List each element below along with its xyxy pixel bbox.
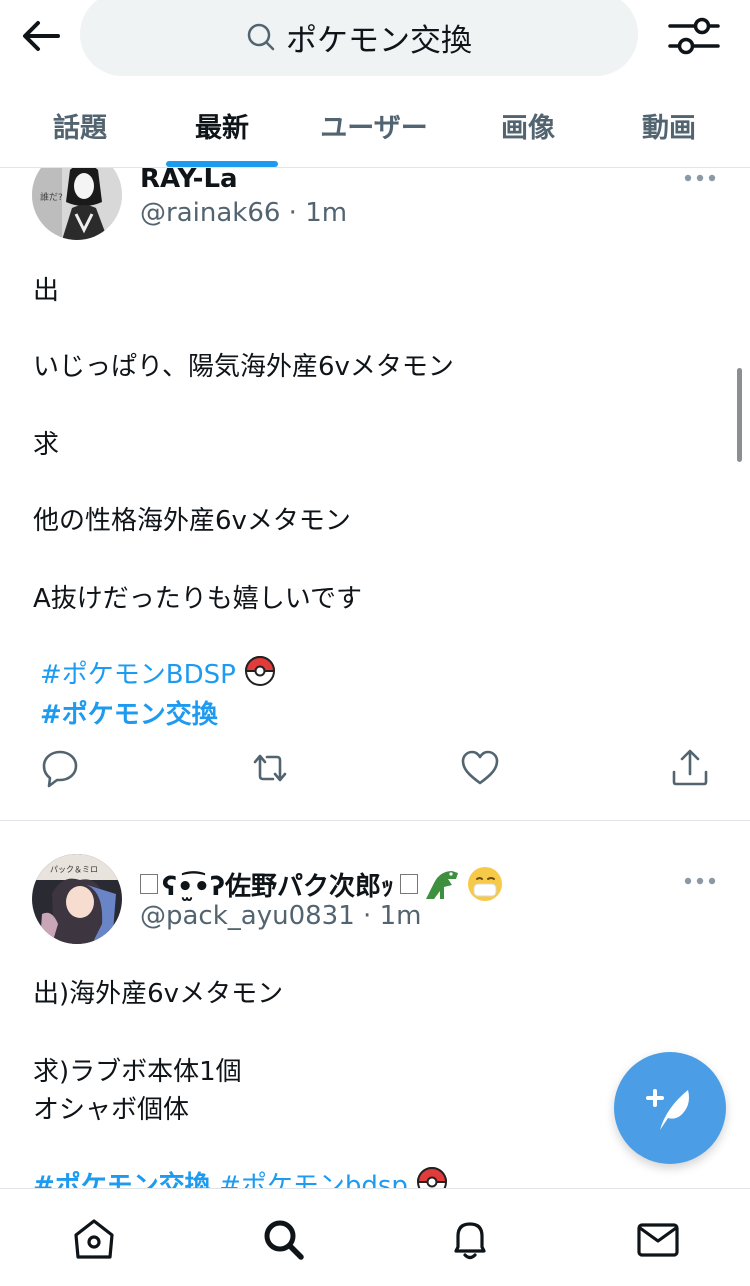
svg-text:パック＆ミロ: パック＆ミロ	[50, 865, 98, 874]
notifications-icon[interactable]	[448, 1217, 492, 1261]
tab-latest[interactable]: 最新	[195, 106, 249, 145]
tweet-text-line: 出	[33, 276, 60, 306]
timestamp[interactable]: 1m	[305, 198, 347, 228]
tweet-text-line: オシャボ個体	[33, 1095, 190, 1125]
header: ポケモン交換 話題 最新 ユーザー 画像 動画	[0, 0, 750, 168]
tweet-meta: @pack_ayu0831 · 1m	[140, 901, 421, 931]
like-icon[interactable]	[460, 748, 500, 788]
meta-separator: ·	[354, 901, 380, 931]
reply-icon[interactable]	[40, 748, 80, 788]
hashtag[interactable]: #ポケモンBDSP	[40, 660, 236, 690]
avatar-image: パック＆ミロ	[32, 854, 122, 944]
scrollbar[interactable]	[737, 368, 742, 462]
display-name[interactable]: RAY-La	[140, 164, 238, 194]
tab-videos[interactable]: 動画	[642, 106, 696, 145]
pokeball-icon	[245, 656, 276, 686]
svg-text:誰だ?: 誰だ?	[40, 191, 63, 203]
retweet-icon[interactable]	[250, 748, 290, 788]
tweet-text-line: 他の性格海外産6vメタモン	[33, 506, 351, 536]
tweet-text-line: A抜けだったりも嬉しいです	[33, 584, 363, 614]
tweet-actions	[0, 748, 750, 788]
timestamp[interactable]: 1m	[380, 901, 422, 931]
filter-icon[interactable]	[666, 14, 722, 58]
emoji-placeholder-box	[400, 874, 419, 894]
tweet-text-line: 求	[33, 430, 60, 460]
tweet-text-line: 出)海外産6vメタモン	[33, 979, 284, 1009]
compose-icon	[646, 1089, 689, 1130]
back-arrow-icon[interactable]	[18, 16, 64, 56]
search-input[interactable]: ポケモン交換	[80, 0, 638, 76]
search-tabs: 話題 最新 ユーザー 画像 動画	[0, 96, 750, 168]
tweet-meta: @rainak66 · 1m	[140, 198, 347, 228]
tab-top[interactable]: 話題	[53, 106, 107, 145]
display-name-row[interactable]: ʕ•̫͡•ʔ佐野パク次郎ｯ	[140, 865, 504, 903]
hashtag-line: #ポケモンBDSP	[40, 654, 276, 691]
mask-face-emoji	[468, 867, 503, 901]
explore-icon[interactable]	[261, 1217, 305, 1261]
more-icon[interactable]	[684, 173, 716, 183]
tweet-text-line: 求)ラブボ本体1個	[33, 1057, 242, 1087]
home-icon[interactable]	[72, 1217, 116, 1261]
more-icon[interactable]	[684, 876, 716, 886]
search-icon	[247, 23, 275, 51]
tweet-text-line: いじっぱり、陽気海外産6vメタモン	[33, 352, 454, 382]
hashtag[interactable]: #ポケモン交換	[40, 694, 218, 731]
meta-separator: ·	[280, 198, 306, 228]
active-tab-indicator	[166, 161, 278, 167]
search-query: ポケモン交換	[286, 22, 472, 59]
compose-button[interactable]	[614, 1052, 726, 1164]
emoji-placeholder-box	[140, 874, 158, 894]
crocodile-emoji	[426, 871, 459, 899]
tab-people[interactable]: ユーザー	[320, 106, 427, 145]
avatar[interactable]: パック＆ミロ	[32, 854, 122, 944]
messages-icon[interactable]	[636, 1217, 680, 1261]
tab-photos[interactable]: 画像	[501, 106, 555, 145]
handle[interactable]: @rainak66	[140, 198, 280, 228]
handle[interactable]: @pack_ayu0831	[140, 901, 355, 931]
share-icon[interactable]	[670, 748, 710, 788]
display-name: ʕ•̫͡•ʔ佐野パク次郎ｯ	[162, 871, 395, 902]
bottom-nav	[0, 1188, 750, 1286]
